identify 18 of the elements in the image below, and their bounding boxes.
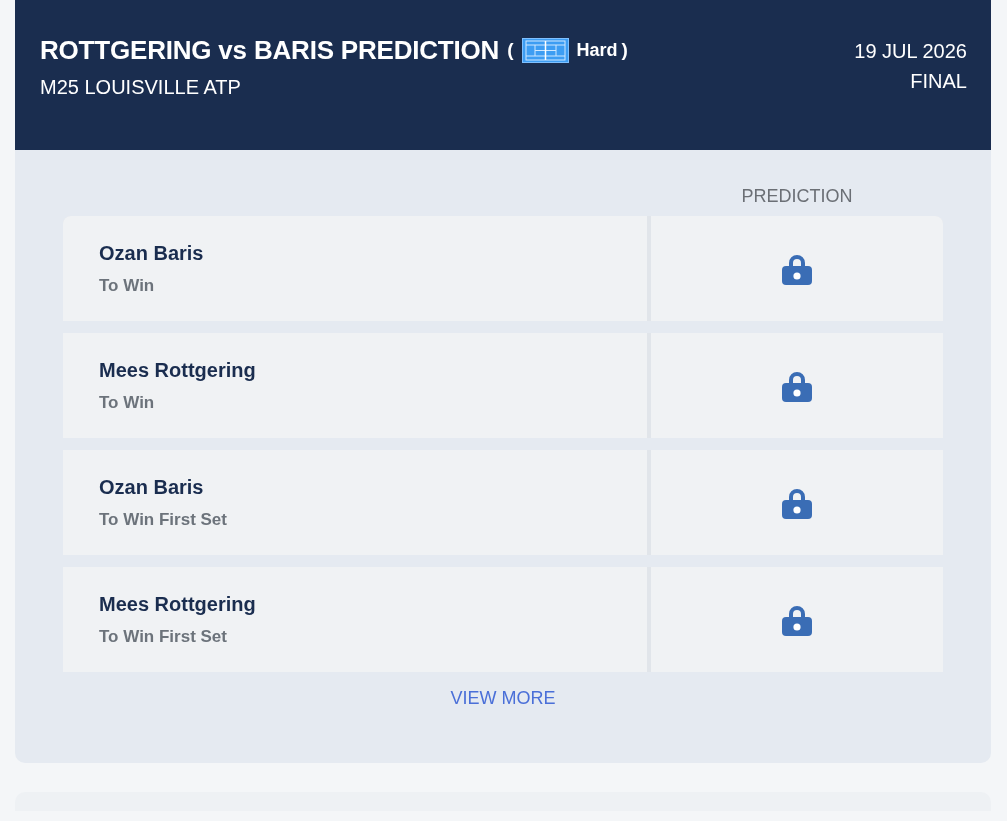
player-name: Ozan Baris: [99, 240, 205, 266]
bracket-text: (: [507, 37, 514, 62]
market-label: To Win First Set: [99, 508, 228, 531]
player-name: Mees Rottgering: [99, 357, 257, 383]
match-status: FINAL: [909, 69, 967, 94]
tennis-court-icon: [521, 37, 569, 63]
market-label: To Win: [99, 391, 156, 414]
market-label: To Win First Set: [99, 625, 228, 648]
tournament-name: M25 LOUISVILLE ATP: [40, 75, 242, 100]
player-name: Ozan Baris: [99, 474, 205, 500]
match-title: ROTTGERING vs BARIS PREDICTION: [40, 34, 500, 66]
view-more-link[interactable]: VIEW MORE: [450, 686, 556, 710]
market-label: To Win: [99, 274, 156, 297]
match-date: 19 JUL 2026: [854, 39, 967, 64]
column-header: PREDICTION: [740, 185, 854, 208]
player-name: Mees Rottgering: [99, 591, 257, 617]
bracket-text: ): [621, 37, 628, 62]
surface-label: Hard: [576, 38, 618, 62]
